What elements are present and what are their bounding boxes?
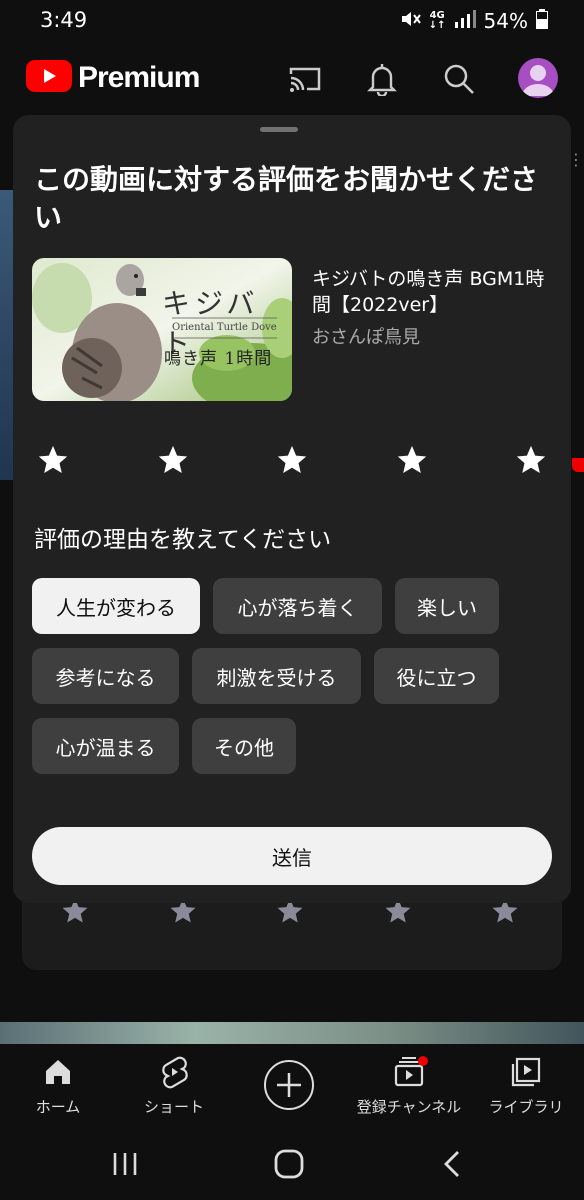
shorts-icon (162, 1056, 188, 1089)
background-video-strip (0, 1022, 584, 1044)
star-2[interactable] (154, 441, 192, 479)
status-icons: 4G ↓↑ 54% (399, 8, 548, 34)
chip-row: 心が温まる その他 (32, 718, 552, 774)
nav-label: ショート (143, 1098, 204, 1116)
thumbnail-subtitle: Oriental Turtle Dove (172, 322, 277, 333)
bottom-nav: ホーム ショート 登録チャンネル ライブラリ (0, 1044, 584, 1128)
bell-icon[interactable] (363, 60, 401, 98)
drag-handle[interactable] (260, 127, 298, 132)
star-3[interactable] (273, 441, 311, 479)
reason-chip[interactable]: 人生が変わる (32, 578, 200, 634)
create-icon (277, 1073, 301, 1097)
star-icon (158, 445, 187, 474)
star-1[interactable] (34, 441, 72, 479)
reason-chip[interactable]: 心が落ち着く (213, 578, 382, 634)
background-video-thumbnail (0, 190, 14, 480)
reason-prompt: 評価の理由を教えてください (34, 527, 332, 553)
notification-badge (418, 1056, 428, 1066)
star-icon (516, 445, 546, 474)
chip-row: 参考になる 刺激を受ける 役に立つ (32, 648, 552, 704)
mute-icon (399, 9, 421, 34)
star-icon (397, 445, 426, 474)
nav-library[interactable]: ライブラリ (468, 1054, 584, 1117)
system-nav-bar (0, 1128, 584, 1200)
background-progress-marker (572, 458, 584, 472)
video-thumbnail[interactable]: キジバト Oriental Turtle Dove 鳴き声 1時間 (32, 258, 292, 401)
nav-create-button[interactable] (264, 1060, 314, 1110)
reason-chips: 人生が変わる 心が落ち着く 楽しい 参考になる 刺激を受ける 役に立つ 心が温ま… (32, 578, 552, 788)
logo-text: Premium (78, 61, 200, 94)
star-5[interactable] (512, 441, 550, 479)
avatar[interactable] (518, 58, 558, 98)
reason-chip[interactable]: 刺激を受ける (192, 648, 361, 704)
reason-chip[interactable]: 役に立つ (374, 648, 499, 704)
recent-apps-icon[interactable] (105, 1146, 145, 1182)
star-4[interactable] (393, 441, 431, 479)
star-icon (277, 445, 307, 474)
battery-icon (536, 8, 548, 34)
youtube-premium-logo[interactable]: Premium (26, 60, 200, 96)
reason-chip[interactable]: 参考になる (32, 648, 179, 704)
submit-button[interactable]: 送信 (32, 827, 552, 885)
nav-subscriptions[interactable]: 登録チャンネル (350, 1054, 468, 1117)
app-bar: Premium (0, 50, 584, 108)
video-title[interactable]: キジバトの鳴き声 BGM1時間【2022ver】 (312, 266, 562, 318)
nav-shorts[interactable]: ショート (116, 1054, 232, 1117)
video-channel[interactable]: おさんぽ鳥見 (312, 323, 420, 349)
reason-chip[interactable]: その他 (192, 718, 296, 774)
reason-chip[interactable]: 心が温まる (32, 718, 179, 774)
library-icon (511, 1057, 541, 1087)
star-icon (38, 445, 68, 474)
nav-home[interactable]: ホーム (0, 1054, 116, 1117)
chip-row: 人生が変わる 心が落ち着く 楽しい (32, 578, 552, 634)
cast-icon[interactable] (286, 60, 324, 98)
signal-icon (454, 9, 476, 33)
battery-percent: 54% (483, 9, 528, 33)
nav-label: ライブラリ (488, 1098, 564, 1116)
reason-chip[interactable]: 楽しい (395, 578, 499, 634)
network-indicator: 4G ↓↑ (428, 10, 446, 31)
rating-stars (34, 441, 550, 479)
nav-label: 登録チャンネル (356, 1098, 462, 1116)
search-icon[interactable] (440, 60, 478, 98)
status-time: 3:49 (40, 8, 88, 32)
feedback-sheet: この動画に対する評価をお聞かせください キジバト Oriental Turtle… (13, 115, 571, 903)
status-bar: 3:49 4G ↓↑ 54% (0, 0, 584, 44)
back-icon[interactable] (432, 1146, 472, 1182)
home-icon (46, 1060, 70, 1084)
nav-label: ホーム (35, 1098, 81, 1116)
youtube-logo-icon (26, 60, 72, 96)
sheet-title: この動画に対する評価をお聞かせください (34, 163, 539, 234)
home-button-icon[interactable] (269, 1146, 309, 1182)
thumbnail-caption: 鳴き声 1時間 (164, 349, 273, 369)
